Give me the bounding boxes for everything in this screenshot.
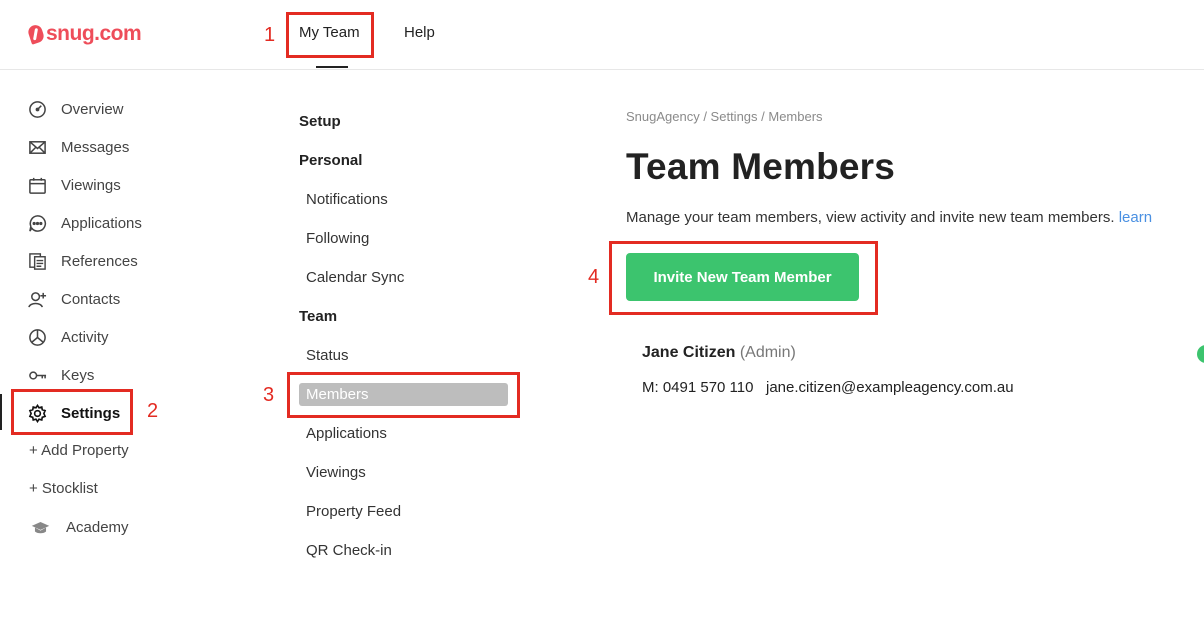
sidebar-item-label: References <box>61 252 138 270</box>
sidebar-item-overview[interactable]: Overview <box>28 97 124 121</box>
sidebar-item-applications[interactable]: Applications <box>28 211 142 235</box>
annotation-number-1: 1 <box>264 24 276 46</box>
dashboard-gauge-icon <box>28 100 47 119</box>
sidebar-item-messages[interactable]: Messages <box>28 135 129 159</box>
sidebar-item-label: Activity <box>61 328 109 346</box>
sidebar-item-label: Contacts <box>61 290 121 308</box>
chat-bubble-icon <box>28 214 47 233</box>
member-email: jane.citizen@exampleagency.com.au <box>766 379 1014 396</box>
sidebar-item-contacts[interactable]: Contacts <box>28 287 120 311</box>
member-name-line: Jane Citizen (Admin) <box>642 344 796 362</box>
sidebar-item-label: Viewings <box>61 176 121 194</box>
tab-help[interactable]: Help <box>404 24 435 41</box>
settings-nav-team: Team <box>299 308 338 325</box>
breadcrumb: SnugAgency / Settings / Members <box>626 109 823 124</box>
annotation-box-invite <box>609 241 878 315</box>
annotation-number-2: 2 <box>147 400 159 422</box>
settings-nav-following[interactable]: Following <box>306 230 369 247</box>
sidebar-item-academy[interactable]: Academy <box>28 515 129 539</box>
calendar-icon <box>28 176 47 195</box>
sidebar-active-marker <box>0 394 2 430</box>
learn-more-link[interactable]: learn <box>1119 209 1152 226</box>
settings-nav-applications[interactable]: Applications <box>306 425 387 442</box>
member-role: (Admin) <box>739 344 796 361</box>
annotation-box-my-team <box>286 12 374 58</box>
settings-nav-property-feed[interactable]: Property Feed <box>306 503 401 520</box>
documents-icon <box>28 252 47 271</box>
description-text: Manage your team members, view activity … <box>626 209 1115 226</box>
settings-nav-notifications[interactable]: Notifications <box>306 191 388 208</box>
member-contact: M: 0491 570 110 jane.citizen@exampleagen… <box>642 379 1014 396</box>
graduation-cap-icon <box>28 518 52 537</box>
key-icon <box>28 366 47 385</box>
snug-logo-icon <box>26 23 46 45</box>
add-property-link[interactable]: + Add Property <box>29 442 129 459</box>
member-status-toggle[interactable] <box>1197 345 1204 363</box>
annotation-box-members <box>287 372 520 418</box>
settings-nav-status[interactable]: Status <box>306 347 349 364</box>
member-mobile: M: 0491 570 110 <box>642 379 754 396</box>
sidebar-item-label: Messages <box>61 138 130 156</box>
top-bar: snug.com My Team Help <box>0 0 1204 70</box>
settings-nav-setup[interactable]: Setup <box>299 113 341 130</box>
sidebar-item-references[interactable]: References <box>28 249 138 273</box>
annotation-number-4: 4 <box>588 266 600 288</box>
pie-chart-icon <box>28 328 47 347</box>
annotation-box-settings <box>11 389 133 435</box>
settings-nav-viewings[interactable]: Viewings <box>306 464 366 481</box>
stocklist-link[interactable]: + Stocklist <box>29 480 98 497</box>
sidebar-item-label: Keys <box>61 366 95 384</box>
snug-logo[interactable]: snug.com <box>26 20 142 48</box>
settings-nav-qr-check-in[interactable]: QR Check-in <box>306 542 392 559</box>
settings-nav-calendar-sync[interactable]: Calendar Sync <box>306 269 404 286</box>
sidebar-item-label: Academy <box>66 518 129 536</box>
sidebar-item-keys[interactable]: Keys <box>28 363 94 387</box>
sidebar-item-viewings[interactable]: Viewings <box>28 173 121 197</box>
logo-text: snug.com <box>46 22 142 45</box>
page-description: Manage your team members, view activity … <box>626 209 1152 226</box>
member-name[interactable]: Jane Citizen <box>642 344 735 361</box>
sidebar-item-activity[interactable]: Activity <box>28 325 109 349</box>
sidebar-item-label: Overview <box>61 100 124 118</box>
annotation-number-3: 3 <box>263 384 275 406</box>
page-title: Team Members <box>626 146 896 187</box>
sidebar-item-label: Applications <box>61 214 142 232</box>
add-user-icon <box>28 290 47 309</box>
active-tab-underline <box>316 66 348 68</box>
settings-nav-personal: Personal <box>299 152 363 169</box>
envelope-icon <box>28 138 47 157</box>
